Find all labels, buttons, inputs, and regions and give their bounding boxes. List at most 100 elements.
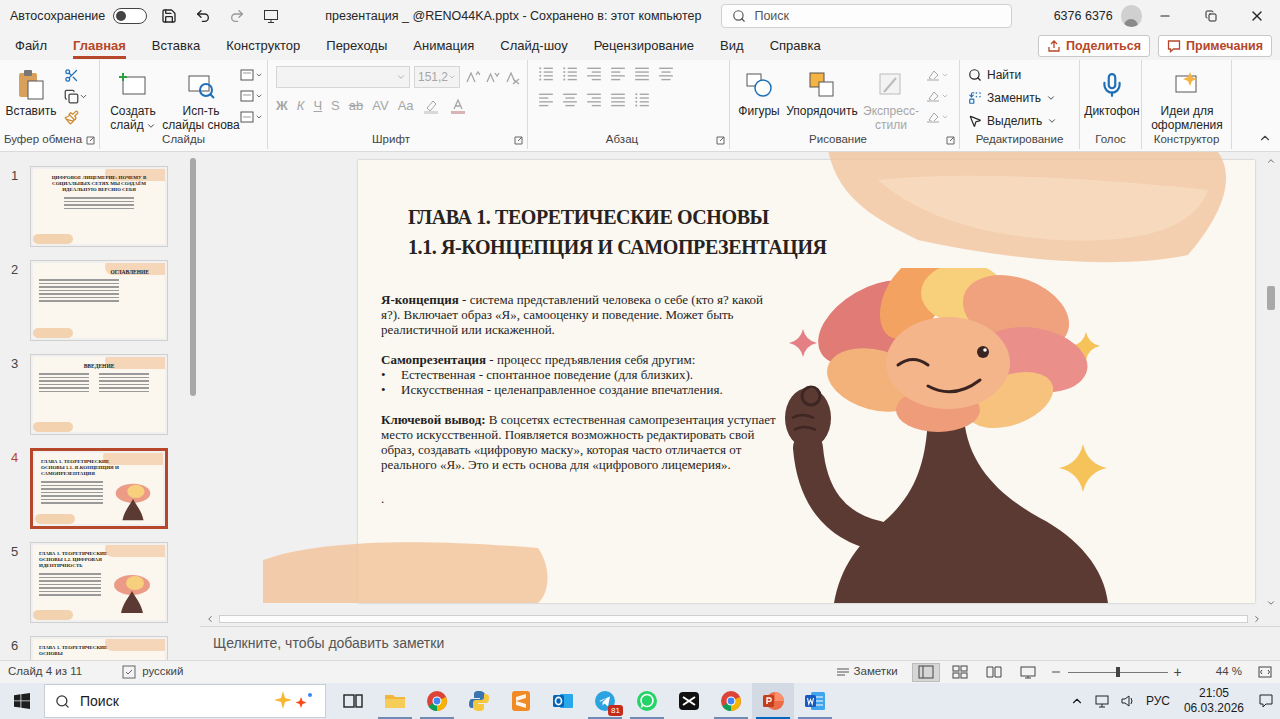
- view-button[interactable]: [912, 663, 940, 682]
- fit-slide-icon[interactable]: [1258, 665, 1272, 679]
- scroll-left-icon[interactable]: [205, 614, 215, 624]
- align-left-icon[interactable]: [538, 92, 554, 108]
- new-slide-button[interactable]: Создать слайд: [104, 66, 162, 132]
- taskbar-search[interactable]: Поиск: [44, 684, 326, 718]
- taskbar-app[interactable]: [374, 683, 416, 719]
- slide-thumbnail[interactable]: ВВЕДЕНИЕ: [30, 354, 168, 435]
- slide-thumbnail[interactable]: ЦИФРОВОЕ ЛИЦЕМЕРИЕ: ПОЧЕМУ В СОЦИАЛЬНЫХ …: [30, 166, 168, 247]
- cut-icon[interactable]: [64, 68, 79, 83]
- grow-font-icon[interactable]: [464, 69, 480, 85]
- redo-icon[interactable]: [229, 8, 245, 24]
- taskbar-app[interactable]: [626, 683, 668, 719]
- align-right-icon[interactable]: [586, 66, 602, 82]
- slide-option-icon[interactable]: [240, 68, 255, 82]
- align-bullets-icon[interactable]: [634, 92, 650, 108]
- align-center-icon[interactable]: [562, 92, 578, 108]
- ribbon-tab[interactable]: Вид: [707, 32, 757, 60]
- dictate-button[interactable]: Диктофон: [1084, 66, 1140, 118]
- taskbar-app[interactable]: 81: [584, 683, 626, 719]
- scroll-down-icon[interactable]: [1266, 598, 1276, 608]
- align-left-icon[interactable]: [610, 66, 626, 82]
- design-ideas-button[interactable]: Идеи для оформления: [1146, 66, 1228, 132]
- close-button[interactable]: [1234, 0, 1280, 32]
- drawing-button[interactable]: Экспресс-стили: [860, 66, 922, 132]
- autosave-toggle[interactable]: [113, 8, 147, 24]
- taskbar-app[interactable]: [794, 683, 836, 719]
- taskbar-app[interactable]: [710, 683, 752, 719]
- input-language[interactable]: РУС: [1146, 692, 1170, 710]
- font-style-button[interactable]: Ч: [313, 96, 322, 116]
- slide-canvas[interactable]: ГЛАВА 1. ТЕОРЕТИЧЕСКИЕ ОСНОВЫ1.1. Я-КОНЦ…: [358, 160, 1255, 603]
- thumbnail-row[interactable]: 5ГЛАВА 1. ТЕОРЕТИЧЕСКИЕ ОСНОВЫ 1.2. ЦИФР…: [0, 542, 190, 623]
- paste-button[interactable]: Вставить: [4, 66, 58, 118]
- tray-overflow-icon[interactable]: [1070, 694, 1084, 708]
- font-style-button[interactable]: ab: [349, 96, 363, 116]
- align-right-icon[interactable]: [586, 92, 602, 108]
- align-bullets-icon[interactable]: [538, 66, 554, 82]
- scroll-right-icon[interactable]: [1252, 614, 1262, 624]
- slide-option-icon[interactable]: [240, 110, 255, 124]
- start-slideshow-icon[interactable]: [263, 8, 279, 24]
- view-button[interactable]: [980, 663, 1008, 682]
- slide-thumbnail[interactable]: ГЛАВА 1. ТЕОРЕТИЧЕСКИЕ ОСНОВЫ 1.1. Я-КОН…: [30, 448, 168, 529]
- thumbnail-row[interactable]: 3ВВЕДЕНИЕ: [0, 354, 190, 435]
- clock[interactable]: 21:0506.03.2026: [1180, 686, 1248, 716]
- view-button[interactable]: [946, 663, 974, 682]
- align-center-icon[interactable]: [658, 66, 674, 82]
- copy-icon[interactable]: [64, 89, 79, 104]
- ribbon-tab[interactable]: Слайд-шоу: [487, 32, 580, 60]
- search-box[interactable]: Поиск: [721, 4, 1011, 28]
- font-style-button[interactable]: AV: [372, 96, 388, 116]
- thumbnails-scrollbar[interactable]: [190, 152, 200, 660]
- taskbar-app[interactable]: [668, 683, 710, 719]
- slide-thumbnail[interactable]: ГЛАВА 1. ТЕОРЕТИЧЕСКИЕ ОСНОВЫ 1.2. ЦИФРО…: [30, 542, 168, 623]
- editing-button[interactable]: Найти: [968, 66, 1057, 84]
- minimize-button[interactable]: [1142, 0, 1188, 32]
- scroll-up-icon[interactable]: [1266, 156, 1276, 166]
- notifications-icon[interactable]: [1258, 693, 1274, 709]
- font-style-button[interactable]: S: [331, 96, 340, 116]
- drawing-button[interactable]: Фигуры: [734, 66, 784, 118]
- font-style-button[interactable]: Ж: [276, 96, 288, 116]
- thumbnail-row[interactable]: 1ЦИФРОВОЕ ЛИЦЕМЕРИЕ: ПОЧЕМУ В СОЦИАЛЬНЫХ…: [0, 166, 190, 247]
- shape-fill-icon[interactable]: [926, 68, 941, 82]
- share-button[interactable]: Поделиться: [1038, 35, 1150, 57]
- clear-format-icon[interactable]: [504, 69, 520, 85]
- zoom-slider[interactable]: [1068, 666, 1168, 678]
- ribbon-tab[interactable]: Файл: [2, 32, 60, 60]
- network-icon[interactable]: [1094, 693, 1110, 709]
- slide-thumbnail[interactable]: ОГЛАВЛЕНИЕ: [30, 260, 168, 341]
- notes-pane[interactable]: Щелкните, чтобы добавить заметки: [200, 626, 1280, 660]
- font-style-button[interactable]: К: [297, 96, 305, 116]
- font-color-icon[interactable]: [450, 98, 466, 114]
- save-icon[interactable]: [161, 8, 177, 24]
- thumbnail-row[interactable]: 2ОГЛАВЛЕНИЕ: [0, 260, 190, 341]
- slide-option-icon[interactable]: [240, 89, 255, 103]
- collapse-ribbon-icon[interactable]: [1258, 131, 1272, 145]
- volume-icon[interactable]: [1120, 693, 1136, 709]
- dialog-launcher-icon[interactable]: [716, 136, 725, 145]
- zoom-level[interactable]: 44 %: [1216, 663, 1242, 680]
- taskbar-app[interactable]: [500, 683, 542, 719]
- editing-button[interactable]: Заменить: [968, 89, 1057, 107]
- restore-button[interactable]: [1188, 0, 1234, 32]
- highlight-color-icon[interactable]: [423, 98, 441, 114]
- shrink-font-icon[interactable]: [484, 69, 500, 85]
- dialog-launcher-icon[interactable]: [946, 136, 955, 145]
- shape-outline-icon[interactable]: [926, 89, 941, 103]
- taskbar-app[interactable]: [752, 683, 794, 719]
- font-size-box[interactable]: 151,2: [414, 66, 460, 88]
- taskbar-app[interactable]: [332, 683, 374, 719]
- undo-icon[interactable]: [195, 8, 211, 24]
- comments-button[interactable]: Примечания: [1158, 35, 1272, 57]
- font-name-box[interactable]: [276, 66, 410, 88]
- thumbnail-row[interactable]: 6ГЛАВА 1. ТЕОРЕТИЧЕСКИЕ ОСНОВЫ: [0, 636, 190, 660]
- taskbar-app[interactable]: [542, 683, 584, 719]
- view-button[interactable]: [1014, 663, 1042, 682]
- start-button[interactable]: [0, 683, 44, 719]
- font-style-button[interactable]: Aa: [398, 96, 414, 116]
- align-justify-icon[interactable]: [634, 66, 650, 82]
- ribbon-tab[interactable]: Справка: [757, 32, 834, 60]
- taskbar-app[interactable]: [458, 683, 500, 719]
- ribbon-tab[interactable]: Рецензирование: [581, 32, 707, 60]
